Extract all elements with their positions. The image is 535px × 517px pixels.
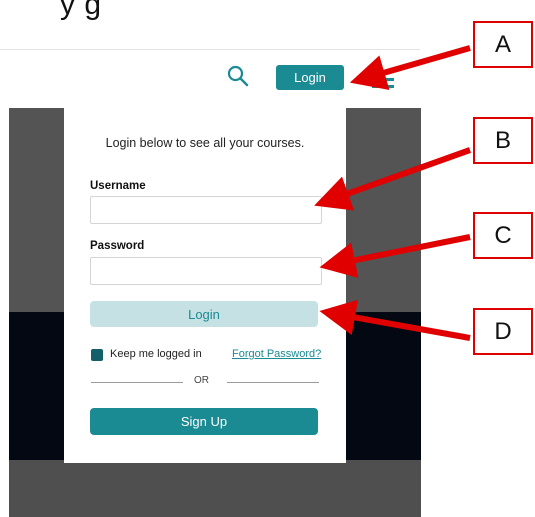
- callout-arrow-b: [314, 147, 472, 211]
- callout-arrow-a: [349, 45, 471, 90]
- callout-a: A: [473, 21, 533, 68]
- callout-arrows: [314, 45, 472, 341]
- callout-arrow-c: [319, 234, 471, 278]
- callout-b: B: [473, 117, 533, 164]
- callout-arrow-d: [319, 299, 471, 341]
- callout-c: C: [473, 212, 533, 259]
- callout-d: D: [473, 308, 533, 355]
